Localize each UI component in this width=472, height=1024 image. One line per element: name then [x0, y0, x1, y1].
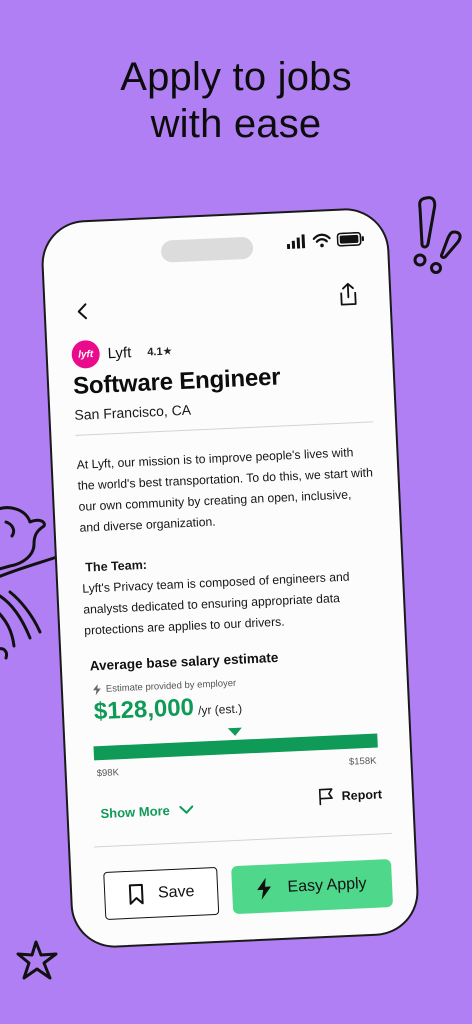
salary-amount: $128,000	[93, 693, 195, 726]
team-heading: The Team:	[85, 557, 148, 575]
share-icon[interactable]	[337, 282, 360, 307]
logo-text: lyft	[77, 348, 94, 361]
show-more-button[interactable]: Show More	[100, 802, 194, 821]
team-description: Lyft's Privacy team is composed of engin…	[82, 569, 350, 638]
divider-top	[75, 421, 374, 436]
company-logo: lyft	[71, 339, 101, 369]
dynamic-island	[160, 236, 254, 263]
easy-apply-button[interactable]: Easy Apply	[231, 858, 394, 915]
salary-heading: Average base salary estimate	[89, 649, 279, 674]
salary-range-bar	[93, 733, 378, 761]
salary-unit: /yr (est.)	[197, 701, 243, 718]
star-doodle-icon	[16, 940, 58, 980]
save-label: Save	[157, 882, 195, 902]
chevron-down-icon	[179, 805, 194, 814]
headline-line-2: with ease	[150, 102, 322, 146]
salary-range-marker	[227, 727, 243, 737]
report-label: Report	[341, 787, 383, 804]
wifi-icon	[312, 233, 331, 248]
job-title: Software Engineer	[72, 363, 281, 400]
phone-screen: lyft Lyft 4.1★ Software Engineer San Fra…	[39, 206, 421, 950]
status-bar	[286, 230, 365, 252]
signal-icon	[286, 234, 306, 250]
easy-apply-label: Easy Apply	[287, 875, 367, 896]
company-rating: 4.1★	[147, 344, 173, 359]
salary-range-max: $158K	[348, 755, 377, 768]
report-button[interactable]: Report	[317, 785, 382, 806]
show-more-label: Show More	[100, 802, 171, 822]
salary-estimate: $128,000 /yr (est.)	[93, 692, 242, 727]
bookmark-icon	[128, 883, 144, 905]
job-location: San Francisco, CA	[74, 401, 192, 423]
back-icon[interactable]	[71, 300, 94, 323]
salary-range-min: $98K	[96, 767, 120, 780]
lightning-icon	[92, 684, 101, 696]
exclamation-doodle-icon	[413, 196, 462, 274]
save-button[interactable]: Save	[103, 866, 220, 921]
promo-headline: Apply to jobs with ease	[0, 54, 472, 148]
lightning-icon	[257, 877, 272, 900]
divider-bottom	[94, 832, 392, 848]
headline-line-1: Apply to jobs	[120, 55, 352, 99]
battery-icon	[336, 231, 365, 247]
job-description: At Lyft, our mission is to improve peopl…	[76, 445, 374, 535]
company-row[interactable]: lyft Lyft 4.1★	[71, 336, 173, 369]
flag-icon	[318, 788, 333, 806]
company-name[interactable]: Lyft	[107, 344, 131, 362]
